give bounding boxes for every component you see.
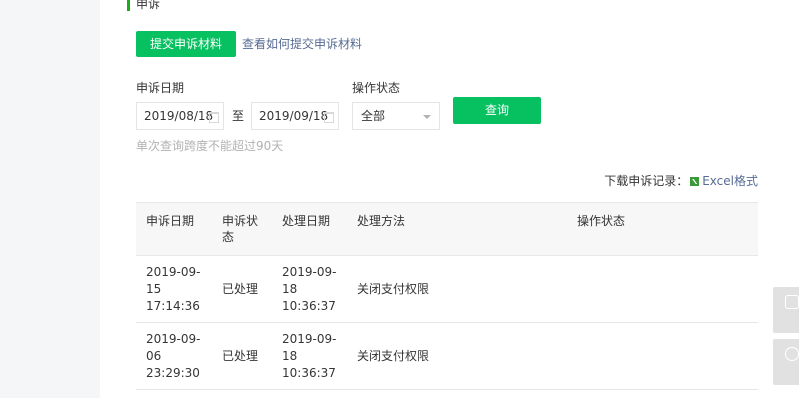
header-handle-date: 处理日期 — [282, 214, 331, 228]
download-row: 下载申诉记录： Excel格式 — [604, 172, 758, 189]
section-accent-bar — [127, 0, 130, 11]
cell-method: 关闭支付权限 — [357, 282, 430, 296]
range-hint: 单次查询跨度不能超过90天 — [136, 139, 284, 153]
main-panel: 申诉 提交申诉材料 查看如何提交申诉材料 申诉日期 操作状态 2019/08/1… — [100, 0, 780, 398]
header-appeal-status: 申诉状态 — [222, 214, 259, 244]
excel-download-link[interactable]: Excel格式 — [702, 174, 758, 188]
calendar-icon — [209, 112, 219, 123]
left-gutter — [0, 0, 100, 398]
chevron-down-icon — [423, 115, 431, 119]
header-appeal-date: 申诉日期 — [146, 214, 195, 228]
howto-link[interactable]: 查看如何提交申诉材料 — [242, 35, 362, 52]
date-to-value: 2019/09/18 — [259, 109, 329, 123]
table-header: 申诉日期 申诉状态 处理日期 处理方法 操作状态 — [136, 202, 758, 256]
message-icon — [785, 295, 799, 309]
cell-method: 关闭支付权限 — [357, 349, 430, 363]
header-method: 处理方法 — [357, 214, 406, 228]
cell-handle-date: 2019-09-18 10:36:37 — [282, 265, 337, 313]
status-label: 操作状态 — [352, 81, 401, 95]
table-row: 2019-09-06 23:29:30 已处理 2019-09-18 10:36… — [136, 323, 758, 390]
calendar-icon — [324, 112, 334, 123]
cell-handle-date: 2019-09-18 10:36:37 — [282, 332, 337, 380]
header-op-status: 操作状态 — [577, 214, 626, 228]
query-button[interactable]: 查询 — [453, 97, 541, 124]
help-icon — [785, 347, 799, 361]
cell-status: 已处理 — [222, 349, 259, 363]
table-row: 2019-09-15 17:14:36 已处理 2019-09-18 10:36… — [136, 256, 758, 323]
date-to-input[interactable]: 2019/09/18 — [251, 102, 339, 130]
status-select[interactable]: 全部 — [352, 102, 440, 130]
help-tool-button[interactable] — [773, 339, 799, 385]
excel-icon — [690, 177, 700, 186]
cell-appeal-date: 2019-09-06 23:29:30 — [146, 332, 201, 380]
cell-appeal-date: 2019-09-15 17:14:36 — [146, 265, 201, 313]
cell-status: 已处理 — [222, 282, 259, 296]
section-title: 申诉 — [136, 0, 161, 11]
feedback-tool-button[interactable] — [773, 287, 799, 333]
date-separator: 至 — [232, 109, 245, 123]
date-label: 申诉日期 — [136, 81, 185, 95]
appeal-table: 申诉日期 申诉状态 处理日期 处理方法 操作状态 2019-09-15 17:1… — [136, 202, 758, 390]
download-prefix: 下载申诉记录： — [604, 174, 689, 188]
date-from-value: 2019/08/18 — [144, 109, 214, 123]
status-select-value: 全部 — [361, 109, 386, 123]
submit-appeal-button[interactable]: 提交申诉材料 — [136, 31, 236, 57]
date-from-input[interactable]: 2019/08/18 — [136, 102, 224, 130]
side-toolbar — [773, 287, 799, 391]
